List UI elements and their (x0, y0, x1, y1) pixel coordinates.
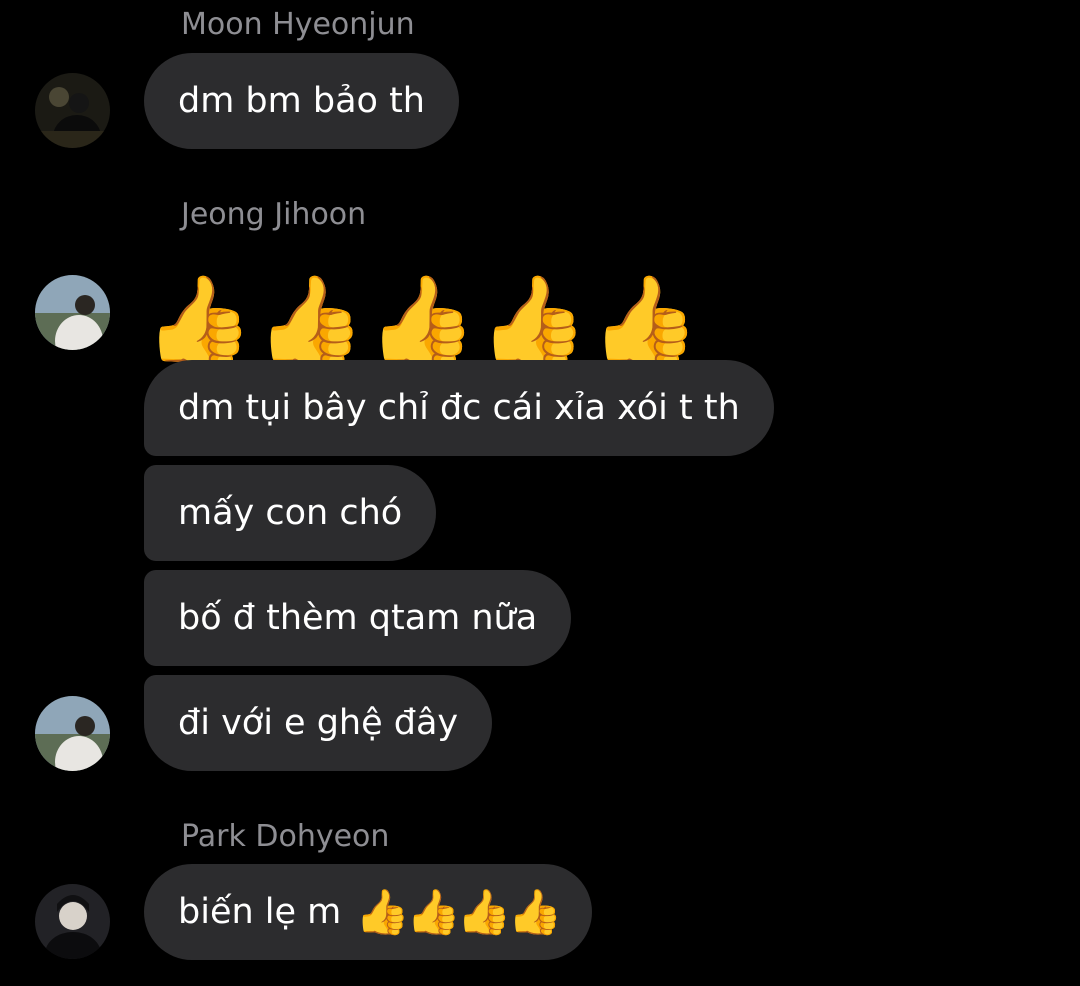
message-bubble[interactable]: dm tụi bây chỉ đc cái xỉa xói t th (144, 360, 774, 456)
thumbs-up-emoji-row[interactable]: 👍👍👍👍👍 (144, 273, 702, 369)
avatar[interactable] (35, 884, 110, 959)
message-text: mấy con chó (178, 493, 403, 533)
park-dohyeon-avatar-image (35, 884, 110, 959)
message-text: bố đ thèm qtam nữa (178, 598, 538, 638)
moon-hyeonjun-avatar-image (35, 73, 110, 148)
message-bubble[interactable]: biến lẹ m 👍👍👍👍 (144, 864, 593, 960)
message-bubble[interactable]: đi với e ghệ đây (144, 675, 493, 771)
message-text: dm tụi bây chỉ đc cái xỉa xói t th (178, 388, 740, 428)
jeong-jihoon-avatar-image (35, 696, 110, 771)
message-bubble[interactable]: dm bm bảo th (144, 53, 459, 149)
avatar[interactable] (35, 696, 110, 771)
sender-name: Park Dohyeon (181, 819, 390, 854)
jeong-jihoon-avatar-image (35, 275, 110, 350)
avatar[interactable] (35, 73, 110, 148)
avatar[interactable] (35, 275, 110, 350)
message-text: đi với e ghệ đây (178, 703, 459, 743)
sender-name: Jeong Jihoon (181, 197, 367, 232)
message-text: biến lẹ m (178, 892, 342, 932)
thumbs-up-emoji-inline: 👍👍👍👍 (355, 887, 562, 938)
message-text: dm bm bảo th (178, 81, 425, 121)
sender-name: Moon Hyeonjun (181, 7, 415, 42)
message-bubble[interactable]: bố đ thèm qtam nữa (144, 570, 572, 666)
message-bubble[interactable]: mấy con chó (144, 465, 437, 561)
